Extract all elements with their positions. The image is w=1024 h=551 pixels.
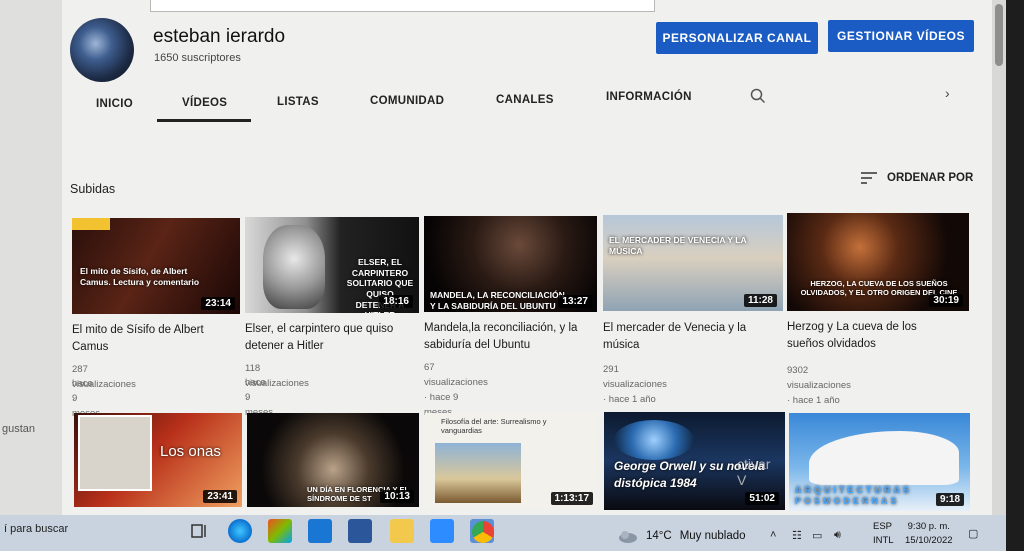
active-tab-indicator: [157, 119, 251, 122]
video-duration: 51:02: [745, 492, 779, 505]
video-duration: 10:13: [380, 490, 414, 503]
video-duration: 23:41: [203, 490, 237, 503]
subscriber-count: 1650 suscriptores: [154, 52, 241, 64]
manage-videos-button[interactable]: GESTIONAR VÍDEOS: [828, 20, 974, 52]
video-title[interactable]: Herzog y La cueva de los sueños olvidado…: [787, 319, 952, 353]
thumbnail-text: MANDELA, LA RECONCILIACIÓN Y LA SABIDURÍ…: [430, 290, 565, 311]
video-views: 9302 visualizaciones · hace 1 año: [787, 365, 851, 406]
thumbnail-text: ARQUITECTURAS POSMODERNAS: [795, 485, 912, 507]
notification-icon[interactable]: ▢: [968, 527, 978, 540]
weather-icon: [619, 531, 637, 543]
chevron-right-icon[interactable]: ›: [945, 85, 950, 101]
video-thumbnail[interactable]: UN DÍA EN FLORENCIA Y EL SÍNDROME DE ST …: [247, 413, 419, 507]
windows-activation-overlay: ctivar V: [737, 456, 771, 488]
file-explorer-icon[interactable]: [390, 519, 414, 543]
thumbnail-text: Los onas: [160, 443, 221, 460]
tab-inicio[interactable]: INICIO: [96, 98, 133, 110]
scrollbar-thumb[interactable]: [995, 4, 1003, 66]
chrome-icon[interactable]: [472, 521, 494, 543]
channel-avatar[interactable]: [70, 18, 134, 82]
video-duration: 23:14: [201, 297, 235, 310]
edge-icon[interactable]: [228, 519, 252, 543]
video-thumbnail[interactable]: Los onas 23:41: [74, 413, 242, 507]
customize-channel-button[interactable]: PERSONALIZAR CANAL: [656, 22, 818, 54]
channel-name: esteban ierardo: [153, 26, 286, 47]
taskbar-search-text[interactable]: í para buscar: [4, 523, 68, 535]
language-code: ESP: [873, 521, 893, 532]
search-icon[interactable]: [750, 88, 766, 109]
video-duration: 11:28: [743, 294, 777, 307]
video-thumbnail[interactable]: Filosofía del arte: Surrealismo y vangua…: [425, 413, 598, 509]
video-thumbnail[interactable]: MANDELA, LA RECONCILIACIÓN Y LA SABIDURÍ…: [424, 216, 597, 312]
sort-label: ORDENAR POR: [887, 172, 974, 184]
tab-informacion[interactable]: INFORMACIÓN: [606, 91, 692, 103]
video-duration: 1:13:17: [550, 492, 593, 505]
chevron-up-icon[interactable]: ˄: [770, 529, 776, 541]
section-title: Subidas: [70, 182, 116, 196]
sort-button[interactable]: ORDENAR POR: [861, 172, 973, 184]
clock-date: 15/10/2022: [905, 535, 953, 546]
video-title[interactable]: Elser, el carpintero que quiso detener a…: [245, 321, 410, 355]
clock-time: 9:30 p. m.: [907, 521, 950, 532]
video-duration: 9:18: [935, 493, 964, 506]
video-views: 67 visualizaciones · hace 9 meses: [424, 362, 488, 418]
video-thumbnail[interactable]: EL MERCADER DE VENECIA Y LA MÚSICA 11:28: [603, 215, 783, 311]
battery-icon[interactable]: ▭: [812, 529, 822, 542]
video-views: 291 visualizaciones · hace 1 año: [603, 364, 667, 405]
volume-icon[interactable]: 🔊︎: [834, 529, 841, 542]
store-icon[interactable]: [268, 519, 292, 543]
taskbar-clock[interactable]: 9:30 p. m. 15/10/2022: [905, 520, 953, 548]
video-thumbnail[interactable]: ARQUITECTURAS POSMODERNAS 9:18: [789, 413, 970, 511]
zoom-icon[interactable]: [430, 519, 454, 543]
sort-icon: [861, 172, 877, 184]
thumbnail-text: El mito de Sísifo, de Albert Camus. Lect…: [80, 266, 200, 287]
windows-taskbar: [0, 515, 1006, 551]
video-duration: 18:16: [379, 295, 413, 308]
video-title[interactable]: El mercader de Venecia y la música: [603, 320, 768, 354]
task-view-icon[interactable]: [188, 519, 212, 543]
weather-widget[interactable]: 14°C Muy nublado: [618, 528, 746, 544]
tab-videos[interactable]: VÍDEOS: [182, 97, 227, 109]
video-thumbnail[interactable]: ELSER, EL CARPINTERO SOLITARIO QUE QUISO…: [245, 217, 419, 313]
background-desk: [0, 0, 62, 515]
scrollbar-track[interactable]: [992, 0, 1006, 515]
keyboard-layout: INTL: [873, 535, 894, 546]
weather-text: Muy nublado: [679, 530, 746, 542]
partial-text-gustan: gustan: [2, 423, 36, 435]
tab-comunidad[interactable]: COMUNIDAD: [370, 95, 444, 107]
search-bar[interactable]: [150, 0, 655, 12]
video-thumbnail[interactable]: El mito de Sísifo, de Albert Camus. Lect…: [72, 218, 240, 314]
video-duration: 30:19: [929, 294, 963, 307]
video-thumbnail[interactable]: HERZOG, LA CUEVA DE LOS SUEÑOS OLVIDADOS…: [787, 213, 969, 311]
video-duration: 13:27: [558, 295, 592, 308]
tab-canales[interactable]: CANALES: [496, 94, 554, 106]
thumbnail-text: Filosofía del arte: Surrealismo y vangua…: [441, 417, 547, 436]
monitor-bezel: [1006, 0, 1024, 551]
mail-icon[interactable]: [308, 519, 332, 543]
tab-listas[interactable]: LISTAS: [277, 96, 319, 108]
word-icon[interactable]: [348, 519, 372, 543]
weather-temp: 14°C: [646, 530, 672, 542]
thumbnail-text: EL MERCADER DE VENECIA Y LA MÚSICA: [609, 235, 747, 256]
video-title[interactable]: El mito de Sísifo de Albert Camus: [72, 322, 232, 356]
video-title[interactable]: Mandela,la reconciliación, y la sabidurí…: [424, 320, 589, 354]
language-indicator[interactable]: ESP INTL: [873, 520, 894, 548]
wifi-icon[interactable]: ☷: [792, 529, 802, 542]
